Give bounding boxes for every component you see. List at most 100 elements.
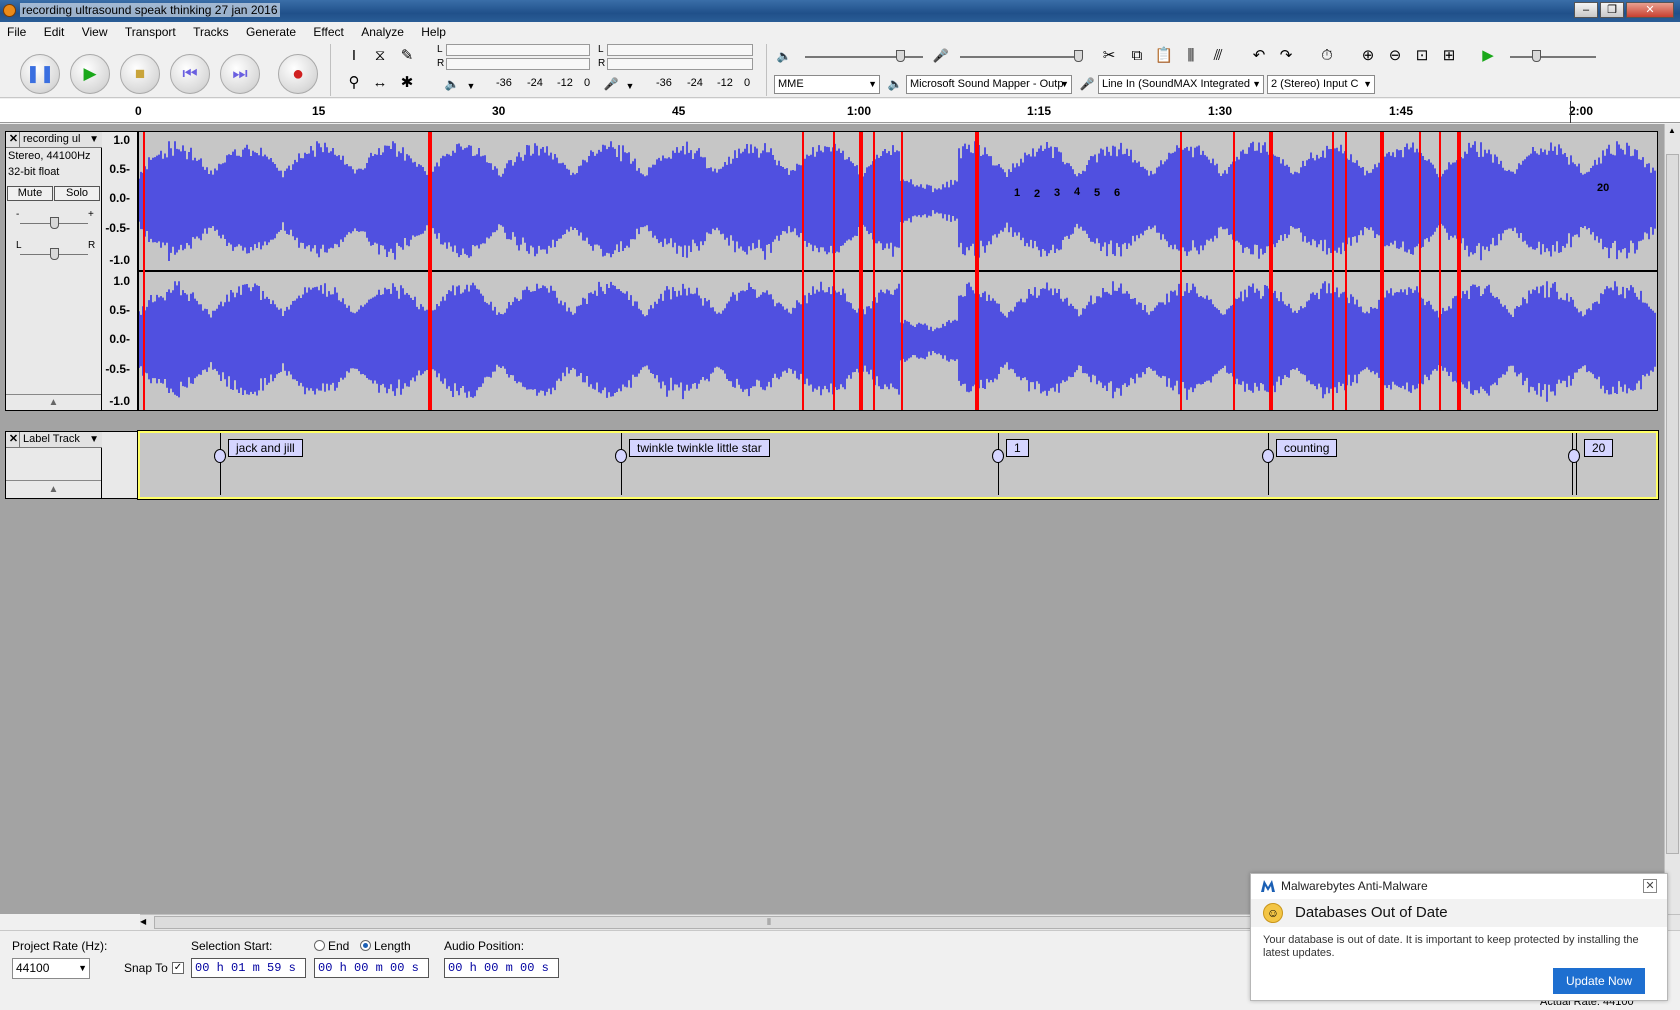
playback-meter-left[interactable] bbox=[446, 44, 590, 56]
chevron-down-icon[interactable]: ▼ bbox=[89, 132, 99, 147]
label-handle-icon[interactable] bbox=[1262, 449, 1274, 463]
gain-slider-knob[interactable] bbox=[50, 217, 59, 229]
zoom-tool-icon[interactable]: ⚲ bbox=[343, 72, 365, 94]
audio-position-field[interactable]: 00 h 00 m 00 s bbox=[444, 958, 559, 978]
trim-icon[interactable]: ⫼ bbox=[1180, 45, 1202, 67]
menu-generate[interactable]: Generate bbox=[239, 22, 303, 39]
solo-button[interactable]: Solo bbox=[54, 186, 100, 201]
label-track-area[interactable]: jack and jill twinkle twinkle little sta… bbox=[137, 430, 1659, 500]
output-device-select[interactable]: Microsoft Sound Mapper - Outp ▼ bbox=[906, 75, 1072, 94]
play-speed-knob[interactable] bbox=[1532, 50, 1541, 62]
menu-analyze[interactable]: Analyze bbox=[354, 22, 411, 39]
snap-to-checkbox[interactable]: ✓ bbox=[172, 962, 184, 974]
multi-tool-icon[interactable]: ✱ bbox=[396, 72, 418, 94]
menu-edit[interactable]: Edit bbox=[37, 22, 72, 39]
ruler-tick: 2:00 bbox=[1569, 104, 1594, 118]
label-handle-icon[interactable] bbox=[1568, 449, 1580, 463]
input-channels-select[interactable]: 2 (Stereo) Input C ▼ bbox=[1267, 75, 1375, 94]
paste-icon[interactable]: 📋 bbox=[1153, 45, 1175, 67]
label-text[interactable]: 20 bbox=[1584, 439, 1614, 457]
copy-icon[interactable]: ⧉ bbox=[1126, 45, 1148, 67]
redo-icon[interactable]: ↷ bbox=[1275, 45, 1297, 67]
menu-view[interactable]: View bbox=[75, 22, 115, 39]
output-volume-slider[interactable] bbox=[805, 56, 923, 58]
label-track-name-menu[interactable]: Label Track bbox=[23, 432, 89, 447]
output-volume-knob[interactable] bbox=[896, 50, 905, 62]
undo-icon[interactable]: ↶ bbox=[1248, 45, 1270, 67]
chevron-down-icon[interactable]: ▼ bbox=[89, 432, 99, 447]
audio-host-select[interactable]: MME ▼ bbox=[774, 75, 880, 94]
play-speed-slider[interactable] bbox=[1510, 56, 1596, 58]
menu-effect[interactable]: Effect bbox=[306, 22, 350, 39]
timeshift-tool-icon[interactable]: ↔ bbox=[369, 72, 391, 94]
selection-start-field[interactable]: 00 h 01 m 59 s bbox=[191, 958, 306, 978]
play-at-speed-icon[interactable]: ▶ bbox=[1477, 45, 1499, 67]
selection-tool-icon[interactable]: I bbox=[343, 45, 365, 67]
project-rate-select[interactable]: 44100 ▼ bbox=[12, 958, 90, 979]
vertical-scroll-thumb[interactable] bbox=[1666, 154, 1679, 854]
fit-project-icon[interactable]: ⊞ bbox=[1438, 45, 1460, 67]
zoom-in-icon[interactable]: ⊕ bbox=[1357, 45, 1379, 67]
sync-lock-icon[interactable]: ⏱ bbox=[1316, 45, 1338, 67]
playback-meter-dropdown-icon[interactable]: ▼ bbox=[460, 75, 482, 97]
label-text[interactable]: counting bbox=[1276, 439, 1338, 457]
selection-length-field[interactable]: 00 h 00 m 00 s bbox=[314, 958, 429, 978]
record-button[interactable]: ● bbox=[278, 54, 318, 94]
horizontal-scroll-thumb[interactable]: ⦀ bbox=[154, 916, 1384, 929]
menu-tracks[interactable]: Tracks bbox=[186, 22, 236, 39]
menu-file[interactable]: File bbox=[0, 22, 33, 39]
close-icon[interactable]: ✕ bbox=[1643, 879, 1657, 893]
skip-to-end-button[interactable]: ⏭ bbox=[220, 54, 260, 94]
label-handle-icon[interactable] bbox=[992, 449, 1004, 463]
collapse-track-icon[interactable]: ▲ bbox=[6, 480, 101, 498]
silence-icon[interactable]: ⫻ bbox=[1207, 45, 1229, 67]
length-radio-circle[interactable] bbox=[360, 940, 371, 951]
scroll-up-icon[interactable]: ▲ bbox=[1668, 126, 1676, 135]
record-meter-right[interactable] bbox=[607, 58, 753, 70]
end-radio[interactable]: End bbox=[314, 939, 349, 953]
label-handle-icon[interactable] bbox=[214, 449, 226, 463]
close-window-button[interactable]: ✕ bbox=[1626, 2, 1674, 18]
menu-help[interactable]: Help bbox=[414, 22, 453, 39]
record-meter-left[interactable] bbox=[607, 44, 753, 56]
chevron-down-icon: ▼ bbox=[1060, 79, 1069, 89]
mute-button[interactable]: Mute bbox=[7, 186, 53, 201]
envelope-tool-icon[interactable]: ⧖ bbox=[369, 45, 391, 67]
vertical-scrollbar[interactable]: ▲ bbox=[1664, 124, 1680, 914]
minimize-button[interactable]: – bbox=[1574, 2, 1598, 18]
pause-button[interactable]: ❚❚ bbox=[20, 54, 60, 94]
update-now-button[interactable]: Update Now bbox=[1553, 968, 1645, 994]
maximize-button[interactable]: ❐ bbox=[1600, 2, 1624, 18]
timeline-ruler[interactable]: 0 15 30 45 1:00 1:15 1:30 1:45 2:00 bbox=[0, 99, 1680, 123]
waveform-display[interactable]: 1 2 3 4 5 6 20 bbox=[138, 131, 1658, 411]
close-track-icon[interactable]: ✕ bbox=[8, 132, 20, 147]
label-text[interactable]: jack and jill bbox=[228, 439, 303, 457]
input-volume-slider[interactable] bbox=[960, 56, 1082, 58]
play-button[interactable]: ▶ bbox=[70, 54, 110, 94]
skip-to-start-button[interactable]: ⏮ bbox=[170, 54, 210, 94]
label-text[interactable]: 1 bbox=[1006, 439, 1029, 457]
label-handle-icon[interactable] bbox=[615, 449, 627, 463]
input-device-select[interactable]: Line In (SoundMAX Integrated ▼ bbox=[1098, 75, 1264, 94]
cut-icon[interactable]: ✂ bbox=[1098, 45, 1120, 67]
close-track-icon[interactable]: ✕ bbox=[8, 432, 20, 447]
end-radio-circle[interactable] bbox=[314, 940, 325, 951]
length-radio[interactable]: Length bbox=[360, 939, 411, 953]
label-text[interactable]: twinkle twinkle little star bbox=[629, 439, 770, 457]
playhead-marker[interactable] bbox=[1570, 101, 1571, 123]
scroll-left-icon[interactable]: ◀ bbox=[140, 917, 146, 926]
pan-slider-knob[interactable] bbox=[50, 248, 59, 260]
draw-tool-icon[interactable]: ✎ bbox=[396, 45, 418, 67]
amplitude-scale[interactable]: 1.0 0.5- 0.0- -0.5- -1.0 1.0 0.5- 0.0- -… bbox=[102, 131, 138, 411]
ruler-tick: 1:15 bbox=[1027, 104, 1052, 118]
stop-button[interactable]: ■ bbox=[120, 54, 160, 94]
record-meter-dropdown-icon[interactable]: ▼ bbox=[619, 75, 641, 97]
track-name-menu[interactable]: recording ul bbox=[23, 132, 89, 147]
collapse-track-icon[interactable]: ▲ bbox=[6, 394, 101, 410]
menu-transport[interactable]: Transport bbox=[118, 22, 183, 39]
zoom-out-icon[interactable]: ⊖ bbox=[1384, 45, 1406, 67]
fit-selection-icon[interactable]: ⊡ bbox=[1411, 45, 1433, 67]
playback-meter-right[interactable] bbox=[446, 58, 590, 70]
clip-indicator bbox=[428, 132, 432, 410]
input-volume-knob[interactable] bbox=[1074, 50, 1083, 62]
